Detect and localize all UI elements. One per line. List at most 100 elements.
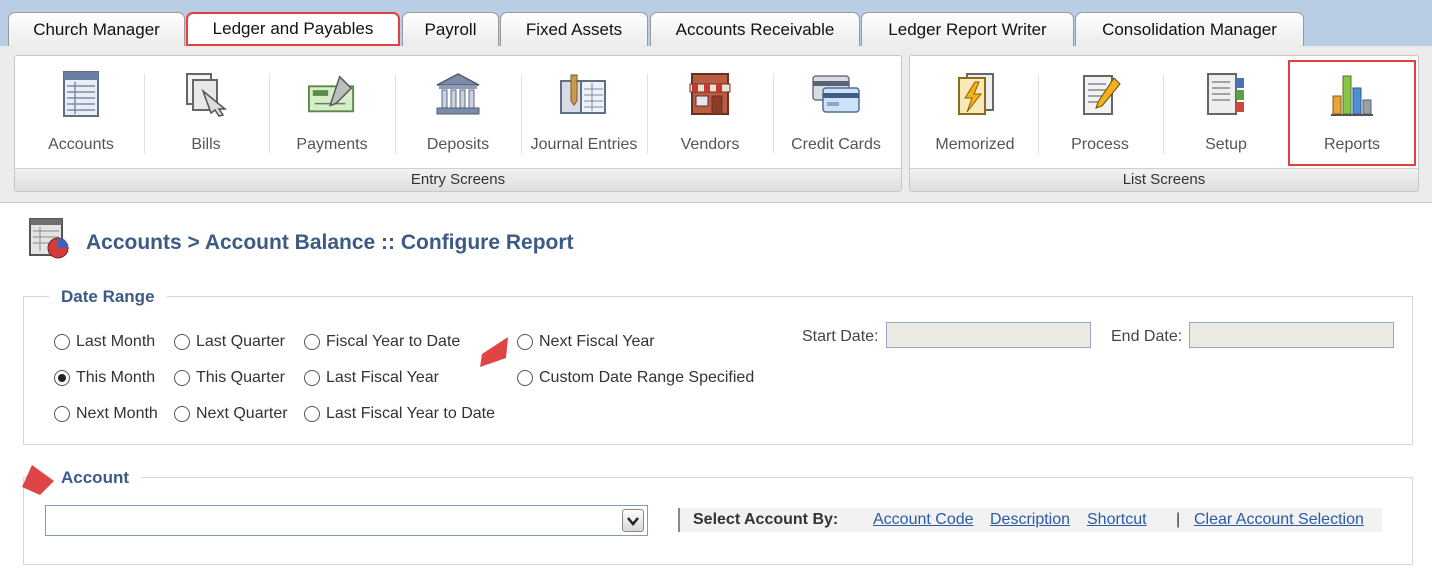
report-spreadsheet-icon <box>28 217 70 264</box>
tab-church-manager[interactable]: Church Manager <box>8 12 185 46</box>
account-selection-bar: Select Account By: Account Code Descript… <box>678 508 1382 532</box>
tab-payroll[interactable]: Payroll <box>402 12 499 46</box>
start-date-label: Start Date: <box>802 328 879 345</box>
toolbar: Accounts Bills Payments Deposits Journal… <box>0 46 1432 203</box>
radio-circle <box>304 334 320 350</box>
journal-entries-button[interactable]: Journal Entries <box>523 62 645 162</box>
radio-last-quarter[interactable]: Last Quarter <box>174 333 285 351</box>
annotation-arrow-icon <box>476 334 512 373</box>
radio-last-fiscal-year-to-date[interactable]: Last Fiscal Year to Date <box>304 405 495 423</box>
tab-ledger-and-payables[interactable]: Ledger and Payables <box>186 12 400 46</box>
toolbar-divider <box>647 74 648 154</box>
radio-circle <box>304 370 320 386</box>
radio-circle <box>54 334 70 350</box>
tab-consolidation-manager[interactable]: Consolidation Manager <box>1075 12 1304 46</box>
credit-cards-label: Credit Cards <box>791 136 881 153</box>
storefront-icon <box>685 68 735 120</box>
description-link[interactable]: Description <box>990 511 1070 529</box>
radio-label: Last Fiscal Year <box>326 369 439 386</box>
lightning-document-icon <box>950 68 1000 120</box>
memorized-label: Memorized <box>935 136 1015 153</box>
radio-this-quarter[interactable]: This Quarter <box>174 369 285 387</box>
radio-label: Last Fiscal Year to Date <box>326 405 495 422</box>
bar-chart-icon <box>1327 68 1377 120</box>
chevron-down-icon[interactable] <box>622 509 644 532</box>
toolbar-divider <box>521 74 522 154</box>
radio-circle <box>174 406 190 422</box>
bills-label: Bills <box>191 136 221 153</box>
account-code-link[interactable]: Account Code <box>873 511 974 529</box>
pencil-document-icon <box>1075 68 1125 120</box>
radio-circle <box>174 370 190 386</box>
radio-last-fiscal-year[interactable]: Last Fiscal Year <box>304 369 439 387</box>
list-screens-group: Memorized Process Setup Reports List Scr… <box>909 55 1419 192</box>
bank-building-icon <box>433 68 483 120</box>
start-date-input[interactable] <box>886 322 1091 348</box>
radio-next-quarter[interactable]: Next Quarter <box>174 405 288 423</box>
accounts-button[interactable]: Accounts <box>20 62 142 162</box>
end-date-input[interactable] <box>1189 322 1394 348</box>
entry-screens-group: Accounts Bills Payments Deposits Journal… <box>14 55 902 192</box>
radio-this-month[interactable]: This Month <box>54 369 155 387</box>
radio-fiscal-year-to-date[interactable]: Fiscal Year to Date <box>304 333 460 351</box>
radio-circle-selected <box>54 370 70 386</box>
radio-label: Last Month <box>76 333 156 350</box>
radio-label: Next Month <box>76 405 158 422</box>
vendors-label: Vendors <box>680 136 740 153</box>
radio-label: Custom Date Range Specified <box>539 369 755 386</box>
toolbar-divider <box>395 74 396 154</box>
radio-label: Next Quarter <box>196 405 288 422</box>
deposits-button[interactable]: Deposits <box>397 62 519 162</box>
radio-circle <box>54 406 70 422</box>
journal-entries-label: Journal Entries <box>530 136 638 153</box>
setup-document-icon <box>1201 68 1251 120</box>
process-button[interactable]: Process <box>1039 62 1161 162</box>
tab-fixed-assets[interactable]: Fixed Assets <box>500 12 648 46</box>
radio-label: This Month <box>76 369 156 386</box>
accounts-label: Accounts <box>48 136 114 153</box>
radio-next-fiscal-year[interactable]: Next Fiscal Year <box>517 333 655 351</box>
account-select[interactable] <box>45 505 648 536</box>
module-tab-bar: Church Manager Ledger and Payables Payro… <box>0 0 1432 46</box>
radio-next-month[interactable]: Next Month <box>54 405 158 423</box>
page-title: Accounts > Account Balance :: Configure … <box>86 231 574 254</box>
radio-circle <box>517 370 533 386</box>
radio-label: This Quarter <box>196 369 285 386</box>
radio-custom-date-range[interactable]: Custom Date Range Specified <box>517 369 754 387</box>
account-legend: Account <box>49 468 141 488</box>
radio-last-month[interactable]: Last Month <box>54 333 155 351</box>
toolbar-divider <box>1163 74 1164 154</box>
setup-label: Setup <box>1205 136 1247 153</box>
link-separator: | <box>1176 511 1181 528</box>
reports-label: Reports <box>1323 136 1381 153</box>
tab-accounts-receivable[interactable]: Accounts Receivable <box>650 12 860 46</box>
radio-circle <box>304 406 320 422</box>
bills-button[interactable]: Bills <box>145 62 267 162</box>
shortcut-link[interactable]: Shortcut <box>1087 511 1147 529</box>
radio-label: Last Quarter <box>196 333 285 350</box>
toolbar-divider <box>773 74 774 154</box>
date-range-legend: Date Range <box>49 287 167 307</box>
accounts-list-icon <box>56 68 106 120</box>
vendors-button[interactable]: Vendors <box>649 62 771 162</box>
memorized-button[interactable]: Memorized <box>914 62 1036 162</box>
radio-circle <box>517 334 533 350</box>
setup-button[interactable]: Setup <box>1165 62 1287 162</box>
bills-icon <box>181 68 231 120</box>
reports-button[interactable]: Reports <box>1288 60 1416 166</box>
end-date-label: End Date: <box>1111 328 1183 345</box>
toolbar-divider <box>269 74 270 154</box>
clear-account-selection-link[interactable]: Clear Account Selection <box>1194 511 1364 529</box>
entry-screens-footer: Entry Screens <box>15 168 901 191</box>
select-account-by-label: Select Account By: <box>693 511 839 528</box>
annotation-arrow-icon <box>20 463 56 504</box>
credit-card-icon <box>811 68 861 120</box>
journal-ledger-icon <box>559 68 609 120</box>
process-label: Process <box>1071 136 1129 153</box>
radio-label: Next Fiscal Year <box>539 333 655 350</box>
payments-button[interactable]: Payments <box>271 62 393 162</box>
deposits-label: Deposits <box>426 136 490 153</box>
radio-label: Fiscal Year to Date <box>326 333 461 350</box>
credit-cards-button[interactable]: Credit Cards <box>775 62 897 162</box>
tab-ledger-report-writer[interactable]: Ledger Report Writer <box>861 12 1074 46</box>
